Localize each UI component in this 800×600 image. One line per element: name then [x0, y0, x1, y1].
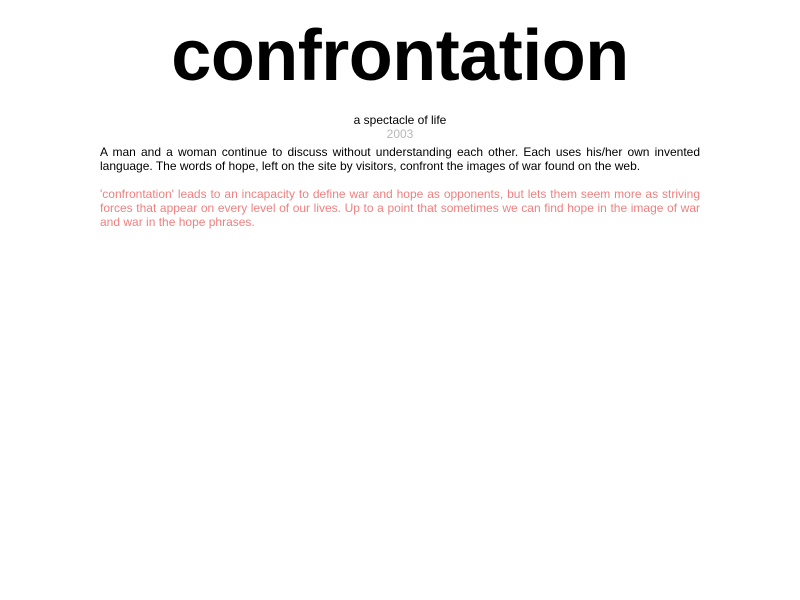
note-paragraph: 'confrontation' leads to an incapacity t…	[100, 187, 700, 229]
subtitle: a spectacle of life	[353, 113, 447, 127]
page-title: confrontation	[171, 16, 629, 96]
year-label: 2003	[386, 127, 414, 141]
page: confrontation a spectacle of life 2003 A…	[0, 0, 800, 600]
description-paragraph: A man and a woman continue to discuss wi…	[100, 145, 700, 173]
